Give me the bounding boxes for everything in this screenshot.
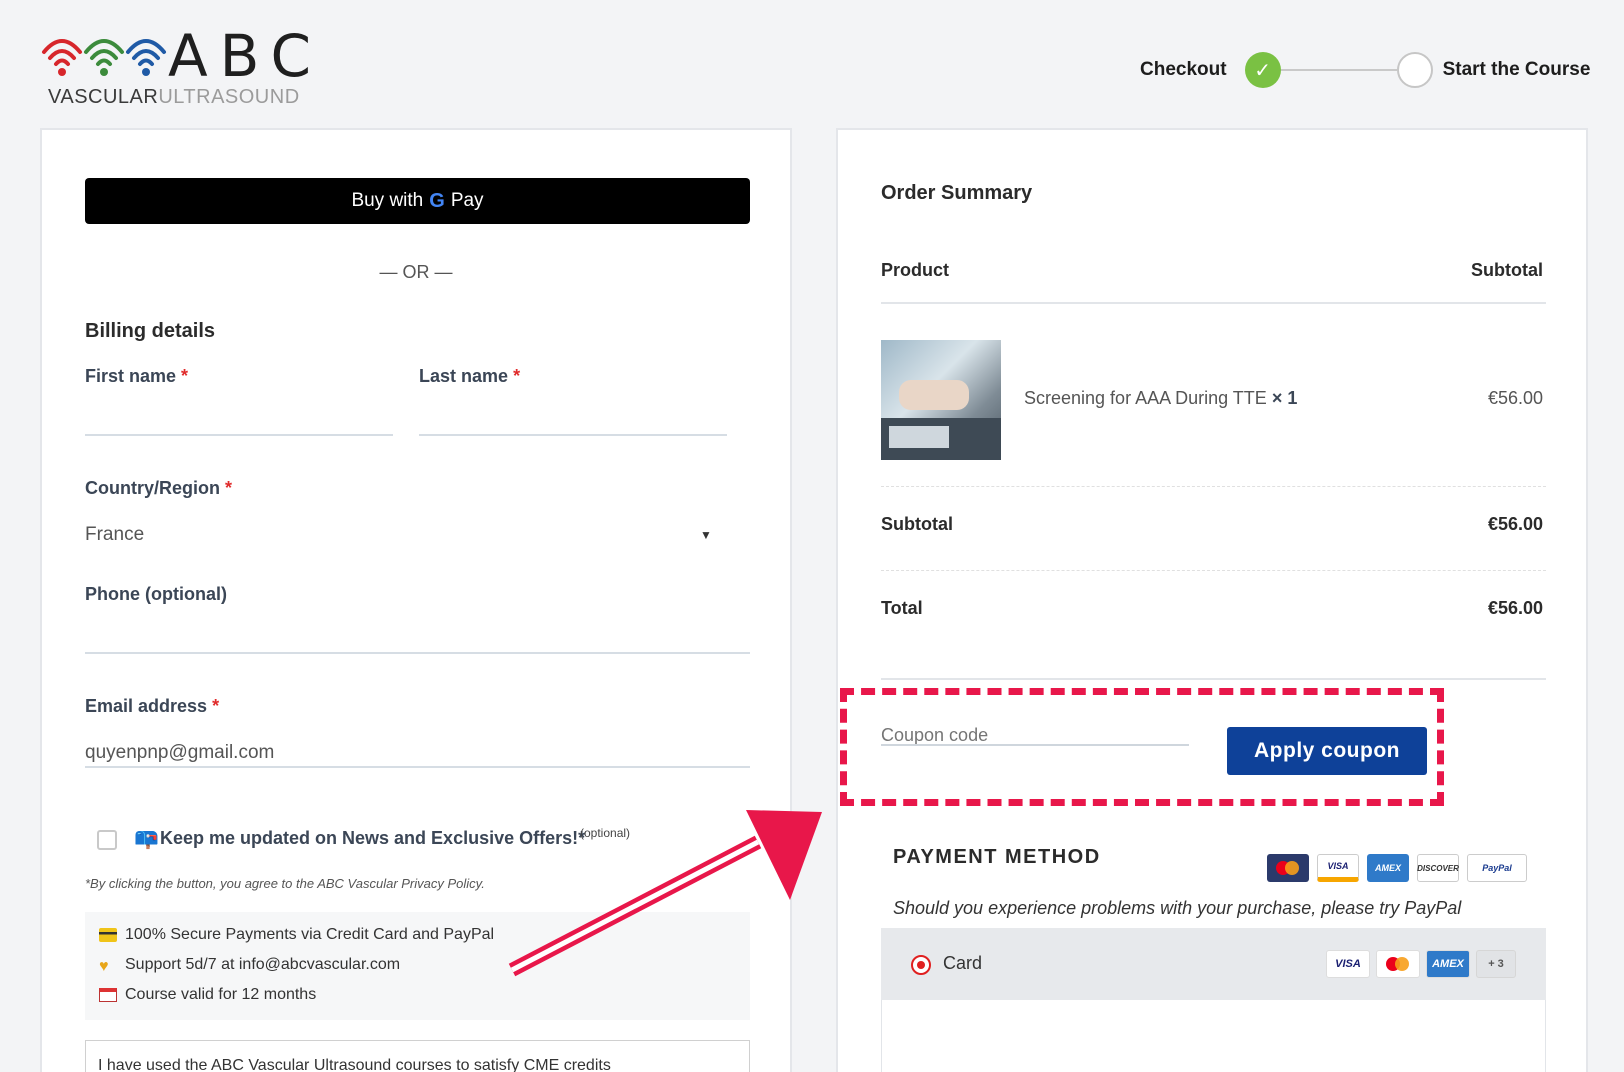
payment-note: Should you experience problems with your… (893, 898, 1462, 918)
first-name-field[interactable] (85, 434, 393, 436)
total-value: €56.00 (1487, 598, 1543, 618)
discover-logo-icon: DISCOVER (1417, 854, 1459, 882)
newsletter-checkbox[interactable] (97, 830, 117, 850)
gpay-prefix: Buy with (351, 190, 424, 211)
gpay-suffix: Pay (450, 190, 484, 211)
first-name-label: First name * (85, 366, 189, 386)
logo-main-text: ABC (168, 22, 323, 90)
phone-label: Phone (optional) (85, 584, 227, 604)
info-validity: Course valid for 12 months (99, 986, 316, 1004)
order-summary-panel: Order Summary Product Subtotal Screening… (836, 128, 1588, 1072)
card-payment-option[interactable]: Card VISA AMEX + 3 (881, 928, 1546, 1000)
card-radio[interactable] (911, 955, 931, 975)
cme-notes-field[interactable]: I have used the ABC Vascular Ultrasound … (85, 1040, 750, 1072)
paypal-logo-icon: PayPal (1467, 854, 1527, 882)
last-name-label: Last name * (419, 366, 521, 386)
order-summary-title: Order Summary (881, 182, 1033, 204)
visa-logo-icon: VISA (1317, 854, 1359, 882)
newsletter-optional: (optional) (580, 826, 631, 840)
amex-icon: AMEX (1426, 950, 1470, 978)
google-pay-button[interactable]: Buy with G Pay (85, 178, 750, 224)
credit-card-icon (99, 928, 117, 942)
mastercard-logo-icon (1267, 854, 1309, 882)
mailbox-icon: 📪 (134, 828, 159, 850)
more-cards-badge: + 3 (1476, 950, 1516, 978)
product-thumbnail (881, 340, 1001, 460)
email-field[interactable]: quyenpnp@gmail.com (85, 742, 274, 764)
logo-sub-text: VASCULARULTRASOUND (48, 86, 300, 108)
trust-info-box: 100% Secure Payments via Credit Card and… (85, 912, 750, 1020)
info-secure-payments: 100% Secure Payments via Credit Card and… (99, 926, 494, 944)
total-divider (881, 678, 1546, 680)
or-divider: — OR — (379, 262, 453, 282)
step-pending-circle (1396, 52, 1433, 88)
billing-panel: Buy with G Pay — OR — Billing details Fi… (40, 128, 792, 1072)
checkout-progress: Checkout ✓ Start the Course (1140, 48, 1590, 92)
google-g-icon: G (429, 189, 445, 212)
card-form-area (881, 1000, 1546, 1072)
email-underline (85, 766, 750, 768)
header-divider (881, 302, 1546, 304)
newsletter-label[interactable]: Keep me updated on News and Exclusive Of… (160, 828, 585, 849)
country-label: Country/Region * (85, 478, 233, 498)
visa-icon: VISA (1326, 950, 1370, 978)
coupon-underline (881, 744, 1189, 746)
ultrasound-waves-icon (42, 39, 166, 76)
info-support: ♥ Support 5d/7 at info@abcvascular.com (99, 956, 401, 975)
subtotal-label: Subtotal (881, 514, 953, 534)
amex-logo-icon: AMEX (1367, 854, 1409, 882)
last-name-field[interactable] (419, 434, 727, 436)
payment-method-title: PAYMENT METHOD (893, 846, 1101, 868)
subtotal-value: €56.00 (1487, 514, 1543, 534)
step-start-course-label: Start the Course (1442, 59, 1591, 80)
card-option-label[interactable]: Card (943, 953, 982, 974)
step-connector (1280, 69, 1397, 71)
phone-field[interactable] (85, 652, 750, 654)
product-price: €56.00 (1487, 388, 1543, 408)
chevron-down-icon[interactable]: ▼ (700, 528, 712, 542)
email-label: Email address * (85, 696, 220, 716)
card-brand-icons: VISA AMEX + 3 (1326, 950, 1516, 978)
country-select[interactable]: France (85, 524, 144, 546)
total-label: Total (881, 598, 923, 618)
row-divider (881, 486, 1546, 487)
abc-vascular-logo[interactable]: ABC VASCULARULTRASOUND (40, 22, 320, 110)
step-checkout-label: Checkout (1140, 59, 1227, 80)
row-divider (881, 570, 1546, 571)
payment-logos: VISA AMEX DISCOVER PayPal (1267, 854, 1527, 882)
privacy-disclaimer: *By clicking the button, you agree to th… (85, 876, 485, 891)
heart-hands-icon: ♥ (99, 958, 109, 975)
col-product-header: Product (881, 260, 950, 280)
apply-coupon-button[interactable]: Apply coupon (1227, 727, 1427, 775)
billing-details-title: Billing details (85, 320, 216, 342)
product-name: Screening for AAA During TTE × 1 (1024, 388, 1298, 408)
col-subtotal-header: Subtotal (1471, 260, 1543, 280)
checkmark-icon: ✓ (1244, 52, 1281, 88)
mastercard-icon (1376, 950, 1420, 978)
calendar-icon (99, 988, 117, 1002)
